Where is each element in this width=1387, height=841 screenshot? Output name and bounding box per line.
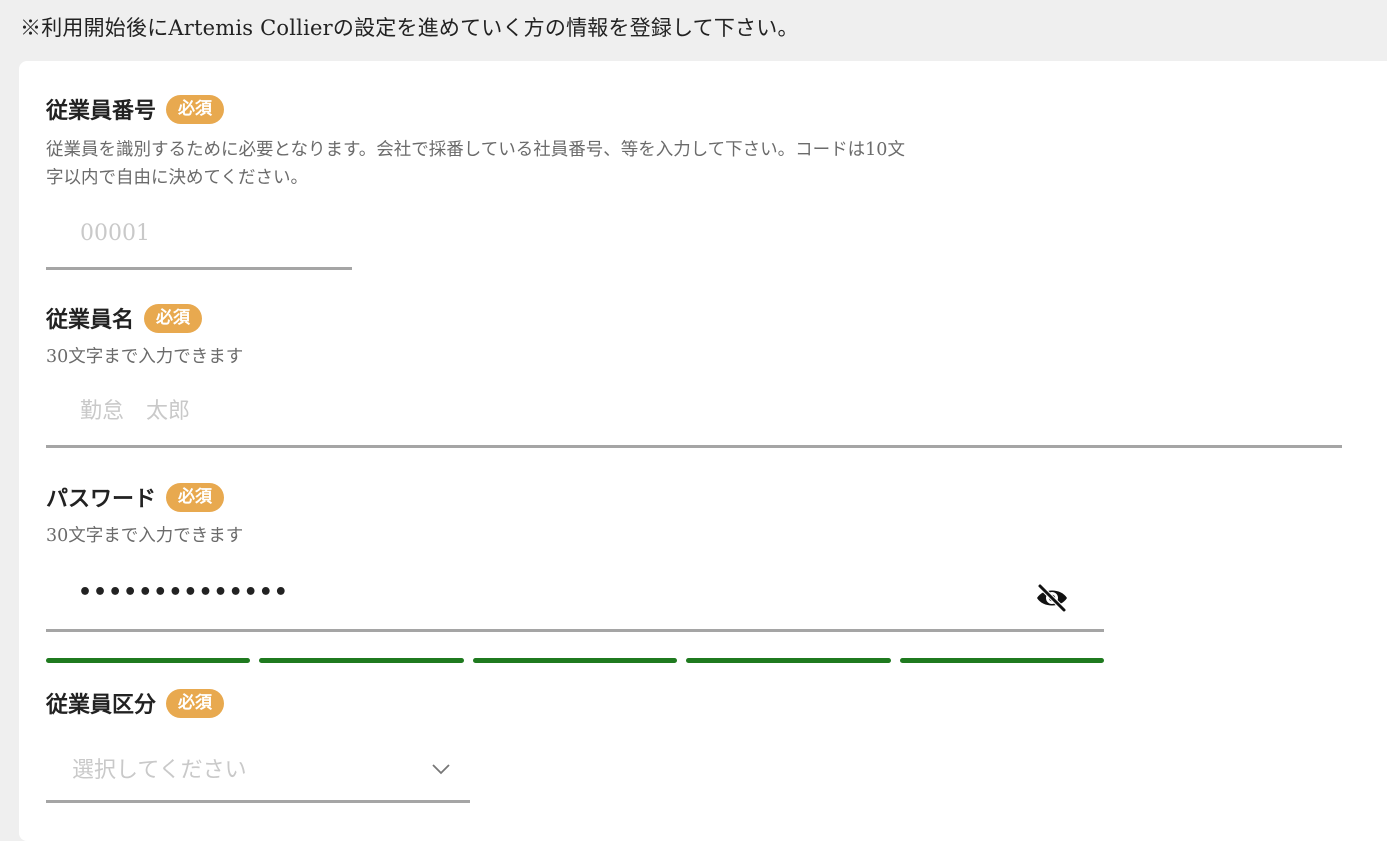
employee-category-placeholder: 選択してください [72,758,247,783]
chevron-down-icon [430,758,452,780]
employee-number-help-line2: 字以内で自由に決めてください。 [46,168,308,188]
required-badge: 必須 [166,482,225,512]
password-label: パスワード [46,486,157,512]
employee-number-help: 従業員を識別するために必要となります。会社で採番している社員番号、等を入力して下… [46,136,905,192]
employee-name-help: 30文字まで入力できます [46,347,244,367]
required-badge: 必須 [144,303,203,333]
employee-number-help-line1: 従業員を識別するために必要となります。会社で採番している社員番号、等を入力して下… [46,140,905,160]
password-help: 30文字まで入力できます [46,526,244,546]
eye-off-icon[interactable] [1034,582,1070,614]
employee-category-label-row: 従業員区分 必須 [46,687,225,719]
password-strength-meter [46,658,1105,664]
employee-name-input[interactable] [78,398,1119,425]
required-badge: 必須 [166,94,225,124]
employee-category-select[interactable]: 選択してください [46,740,470,803]
password-strength-segment [472,658,678,663]
password-strength-segment [46,658,251,663]
required-badge: 必須 [166,688,225,718]
employee-category-label: 従業員区分 [46,692,157,718]
employee-number-label: 従業員番号 [46,98,157,124]
employee-number-label-row: 従業員番号 必須 [46,93,225,125]
employee-number-input[interactable] [78,220,327,247]
password-strength-segment [259,658,464,663]
employee-name-label-row: 従業員名 必須 [46,302,203,334]
employee-name-label: 従業員名 [46,307,135,333]
form-notice: ※利用開始後にArtemis Collierの設定を進めていく方の情報を登録して… [20,16,799,40]
password-field[interactable]: •••••••••••••• [46,568,1104,632]
employee-name-field[interactable] [46,386,1342,448]
password-strength-segment [899,658,1105,663]
password-input[interactable]: •••••••••••••• [78,580,289,605]
password-label-row: パスワード 必須 [46,481,225,513]
employee-number-field[interactable] [46,208,352,270]
password-strength-segment [686,658,891,663]
